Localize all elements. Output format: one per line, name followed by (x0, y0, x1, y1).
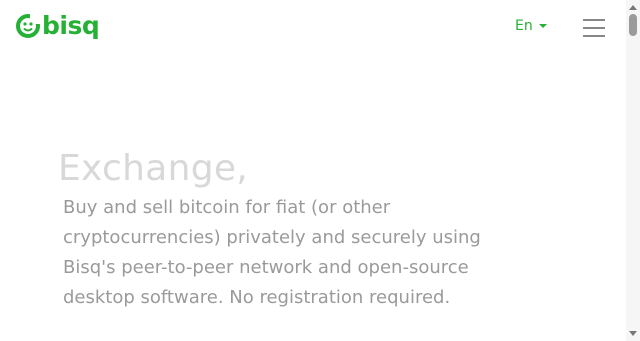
scroll-down-arrow-icon[interactable] (629, 331, 637, 336)
scroll-up-arrow-icon[interactable] (629, 5, 637, 10)
hero-headline: Exchange, (58, 148, 249, 189)
hero-section: Exchange, Buy and sell bitcoin for fiat … (0, 0, 626, 341)
scrollbar-thumb[interactable] (629, 14, 637, 36)
vertical-scrollbar[interactable] (626, 0, 640, 341)
hero-lead-text: Buy and sell bitcoin for fiat (or other … (63, 197, 481, 308)
